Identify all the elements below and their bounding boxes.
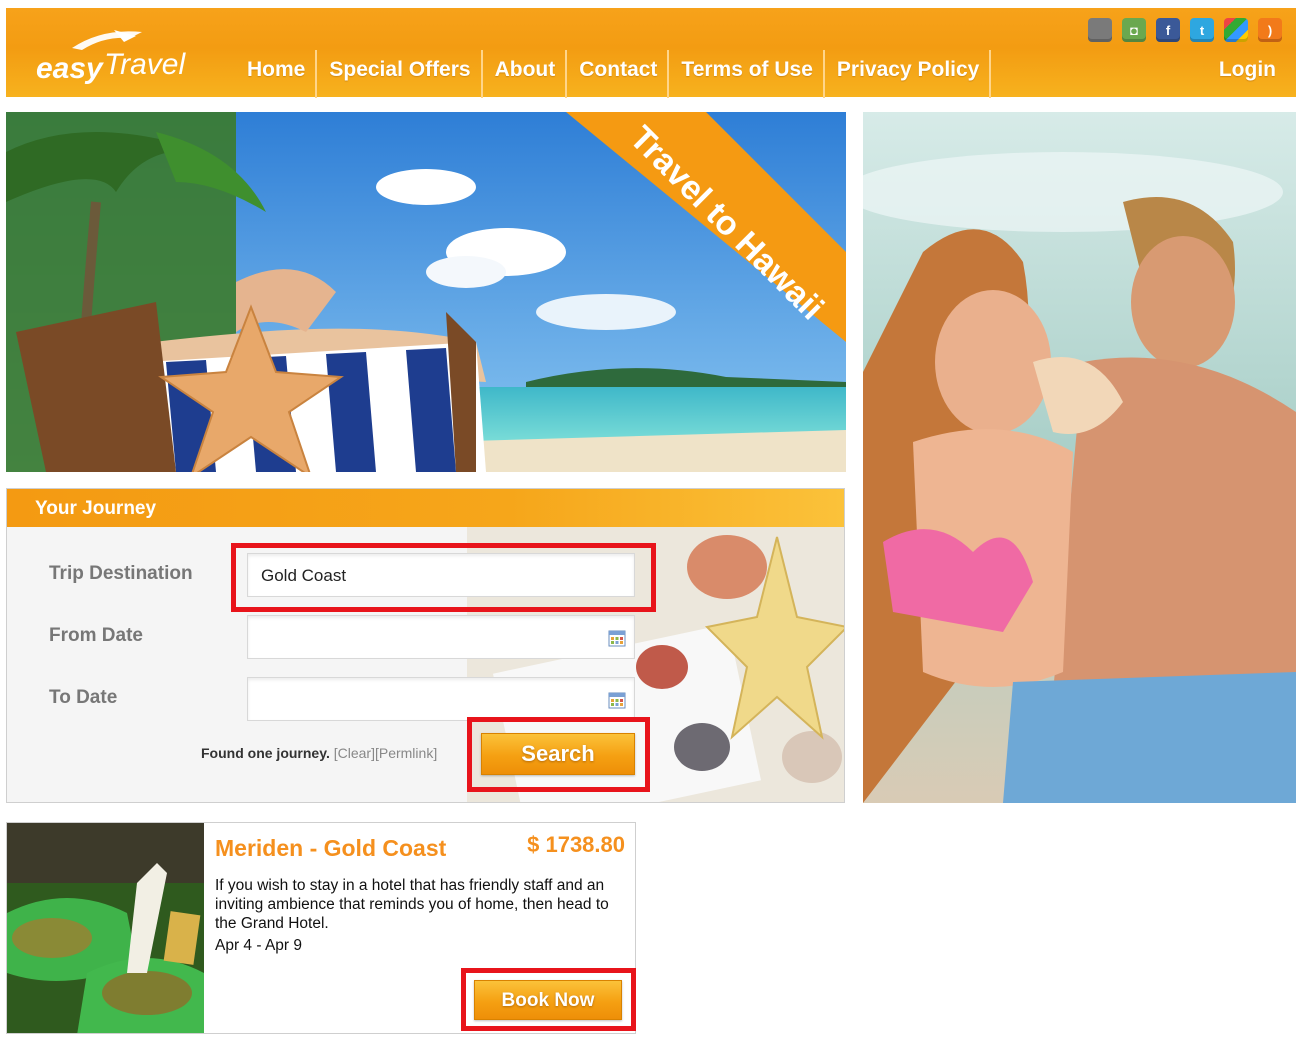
- apple-icon[interactable]: [1088, 18, 1112, 42]
- nav-privacy-policy[interactable]: Privacy Policy: [825, 50, 992, 98]
- login-link[interactable]: Login: [1219, 58, 1276, 82]
- result-dates: Apr 4 - Apr 9: [215, 937, 303, 954]
- windows-icon[interactable]: [1224, 18, 1248, 42]
- hero-banner[interactable]: Travel to Hawaii: [6, 112, 846, 472]
- search-status-text: Found one journey.: [201, 745, 330, 761]
- from-date-label: From Date: [49, 625, 143, 646]
- calendar-icon[interactable]: [608, 629, 626, 647]
- twitter-icon[interactable]: t: [1190, 18, 1214, 42]
- nav-terms-of-use[interactable]: Terms of Use: [669, 50, 825, 98]
- highlight-destination: [231, 543, 656, 612]
- svg-text:Travel: Travel: [104, 48, 186, 81]
- highlight-book-now: [461, 968, 636, 1031]
- site-header: easy Travel Home Special Offers About Co…: [6, 8, 1296, 98]
- highlight-search: [467, 717, 650, 792]
- facebook-icon[interactable]: f: [1156, 18, 1180, 42]
- side-photo: [863, 112, 1296, 803]
- journey-title: Your Journey: [7, 489, 844, 527]
- result-price: $ 1738.80: [527, 832, 625, 857]
- easytravel-logo[interactable]: easy Travel: [32, 26, 202, 88]
- couple-beach-image: [863, 112, 1296, 803]
- hero-image: Travel to Hawaii: [6, 112, 846, 472]
- nav-about[interactable]: About: [483, 50, 568, 98]
- permlink[interactable]: [Permlink]: [375, 745, 437, 761]
- result-title[interactable]: Meriden - Gold Coast: [215, 835, 446, 862]
- result-description: If you wish to stay in a hotel that has …: [215, 877, 609, 932]
- rss-icon[interactable]: ): [1258, 18, 1282, 42]
- main-nav: Home Special Offers About Contact Terms …: [236, 50, 992, 98]
- nav-home[interactable]: Home: [236, 50, 318, 98]
- android-icon[interactable]: ◘: [1122, 18, 1146, 42]
- to-date-label: To Date: [49, 687, 118, 708]
- nav-special-offers[interactable]: Special Offers: [317, 50, 483, 98]
- from-date-input[interactable]: [247, 615, 635, 659]
- result-thumbnail[interactable]: [7, 823, 204, 1034]
- social-icons: ◘ f t ): [1088, 18, 1282, 42]
- calendar-icon[interactable]: [608, 691, 626, 709]
- svg-text:easy: easy: [36, 52, 104, 85]
- search-status: Found one journey. [Clear][Permlink]: [201, 745, 437, 761]
- journey-panel: Your Journey Trip Destination Gold Coast…: [6, 488, 845, 803]
- clear-link[interactable]: [Clear]: [334, 745, 375, 761]
- trip-destination-label: Trip Destination: [49, 563, 193, 584]
- to-date-input[interactable]: [247, 677, 635, 721]
- nav-contact[interactable]: Contact: [567, 50, 670, 98]
